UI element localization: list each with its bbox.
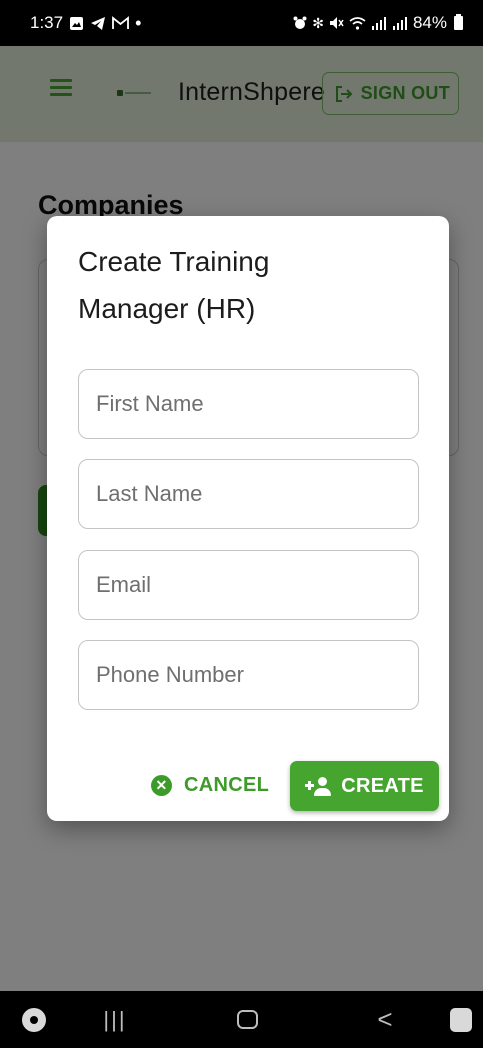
dot-icon: • <box>135 12 142 33</box>
mute-icon <box>329 17 344 29</box>
app-screen: 1:37 • ✻ 84% InternShpere SIGN OUT <box>0 0 483 1048</box>
create-training-manager-dialog: Create Training Manager (HR) First Name … <box>47 216 449 821</box>
phone-number-placeholder: Phone Number <box>96 662 244 687</box>
last-name-placeholder: Last Name <box>96 481 203 506</box>
image-icon <box>70 16 84 30</box>
battery-percent: 84% <box>412 13 447 32</box>
phone-number-field[interactable]: Phone Number <box>78 640 419 710</box>
clock: 1:37 <box>30 13 64 32</box>
assistant-icon[interactable] <box>446 991 476 1048</box>
battery-icon <box>454 14 463 30</box>
signal-icon <box>392 17 407 30</box>
cancel-label: CANCEL <box>184 773 270 796</box>
create-button[interactable]: CREATE <box>290 761 439 811</box>
alarm-icon <box>293 16 307 29</box>
dialog-title: Create Training Manager (HR) <box>78 246 270 324</box>
last-name-field[interactable]: Last Name <box>78 459 419 529</box>
cancel-icon: ✕ <box>151 774 172 796</box>
create-label: CREATE <box>341 774 424 797</box>
person-add-icon <box>305 776 332 796</box>
first-name-placeholder: First Name <box>96 391 204 416</box>
email-field[interactable]: Email <box>78 550 419 620</box>
email-placeholder: Email <box>96 572 152 597</box>
cancel-button[interactable]: ✕ CANCEL <box>151 763 269 807</box>
home-icon[interactable] <box>232 991 262 1048</box>
recents-icon[interactable]: ||| <box>100 991 130 1048</box>
system-nav-bar: ||| < <box>0 991 483 1048</box>
back-icon[interactable]: < <box>370 991 400 1048</box>
bluetooth-icon: ✻ <box>312 14 324 31</box>
apps-icon[interactable] <box>18 991 50 1048</box>
wifi-icon <box>349 17 366 30</box>
signal-icon <box>371 17 386 30</box>
gmail-icon <box>112 16 129 29</box>
first-name-field[interactable]: First Name <box>78 369 419 439</box>
telegram-icon <box>91 16 106 30</box>
status-bar: 1:37 • ✻ 84% <box>0 0 483 46</box>
